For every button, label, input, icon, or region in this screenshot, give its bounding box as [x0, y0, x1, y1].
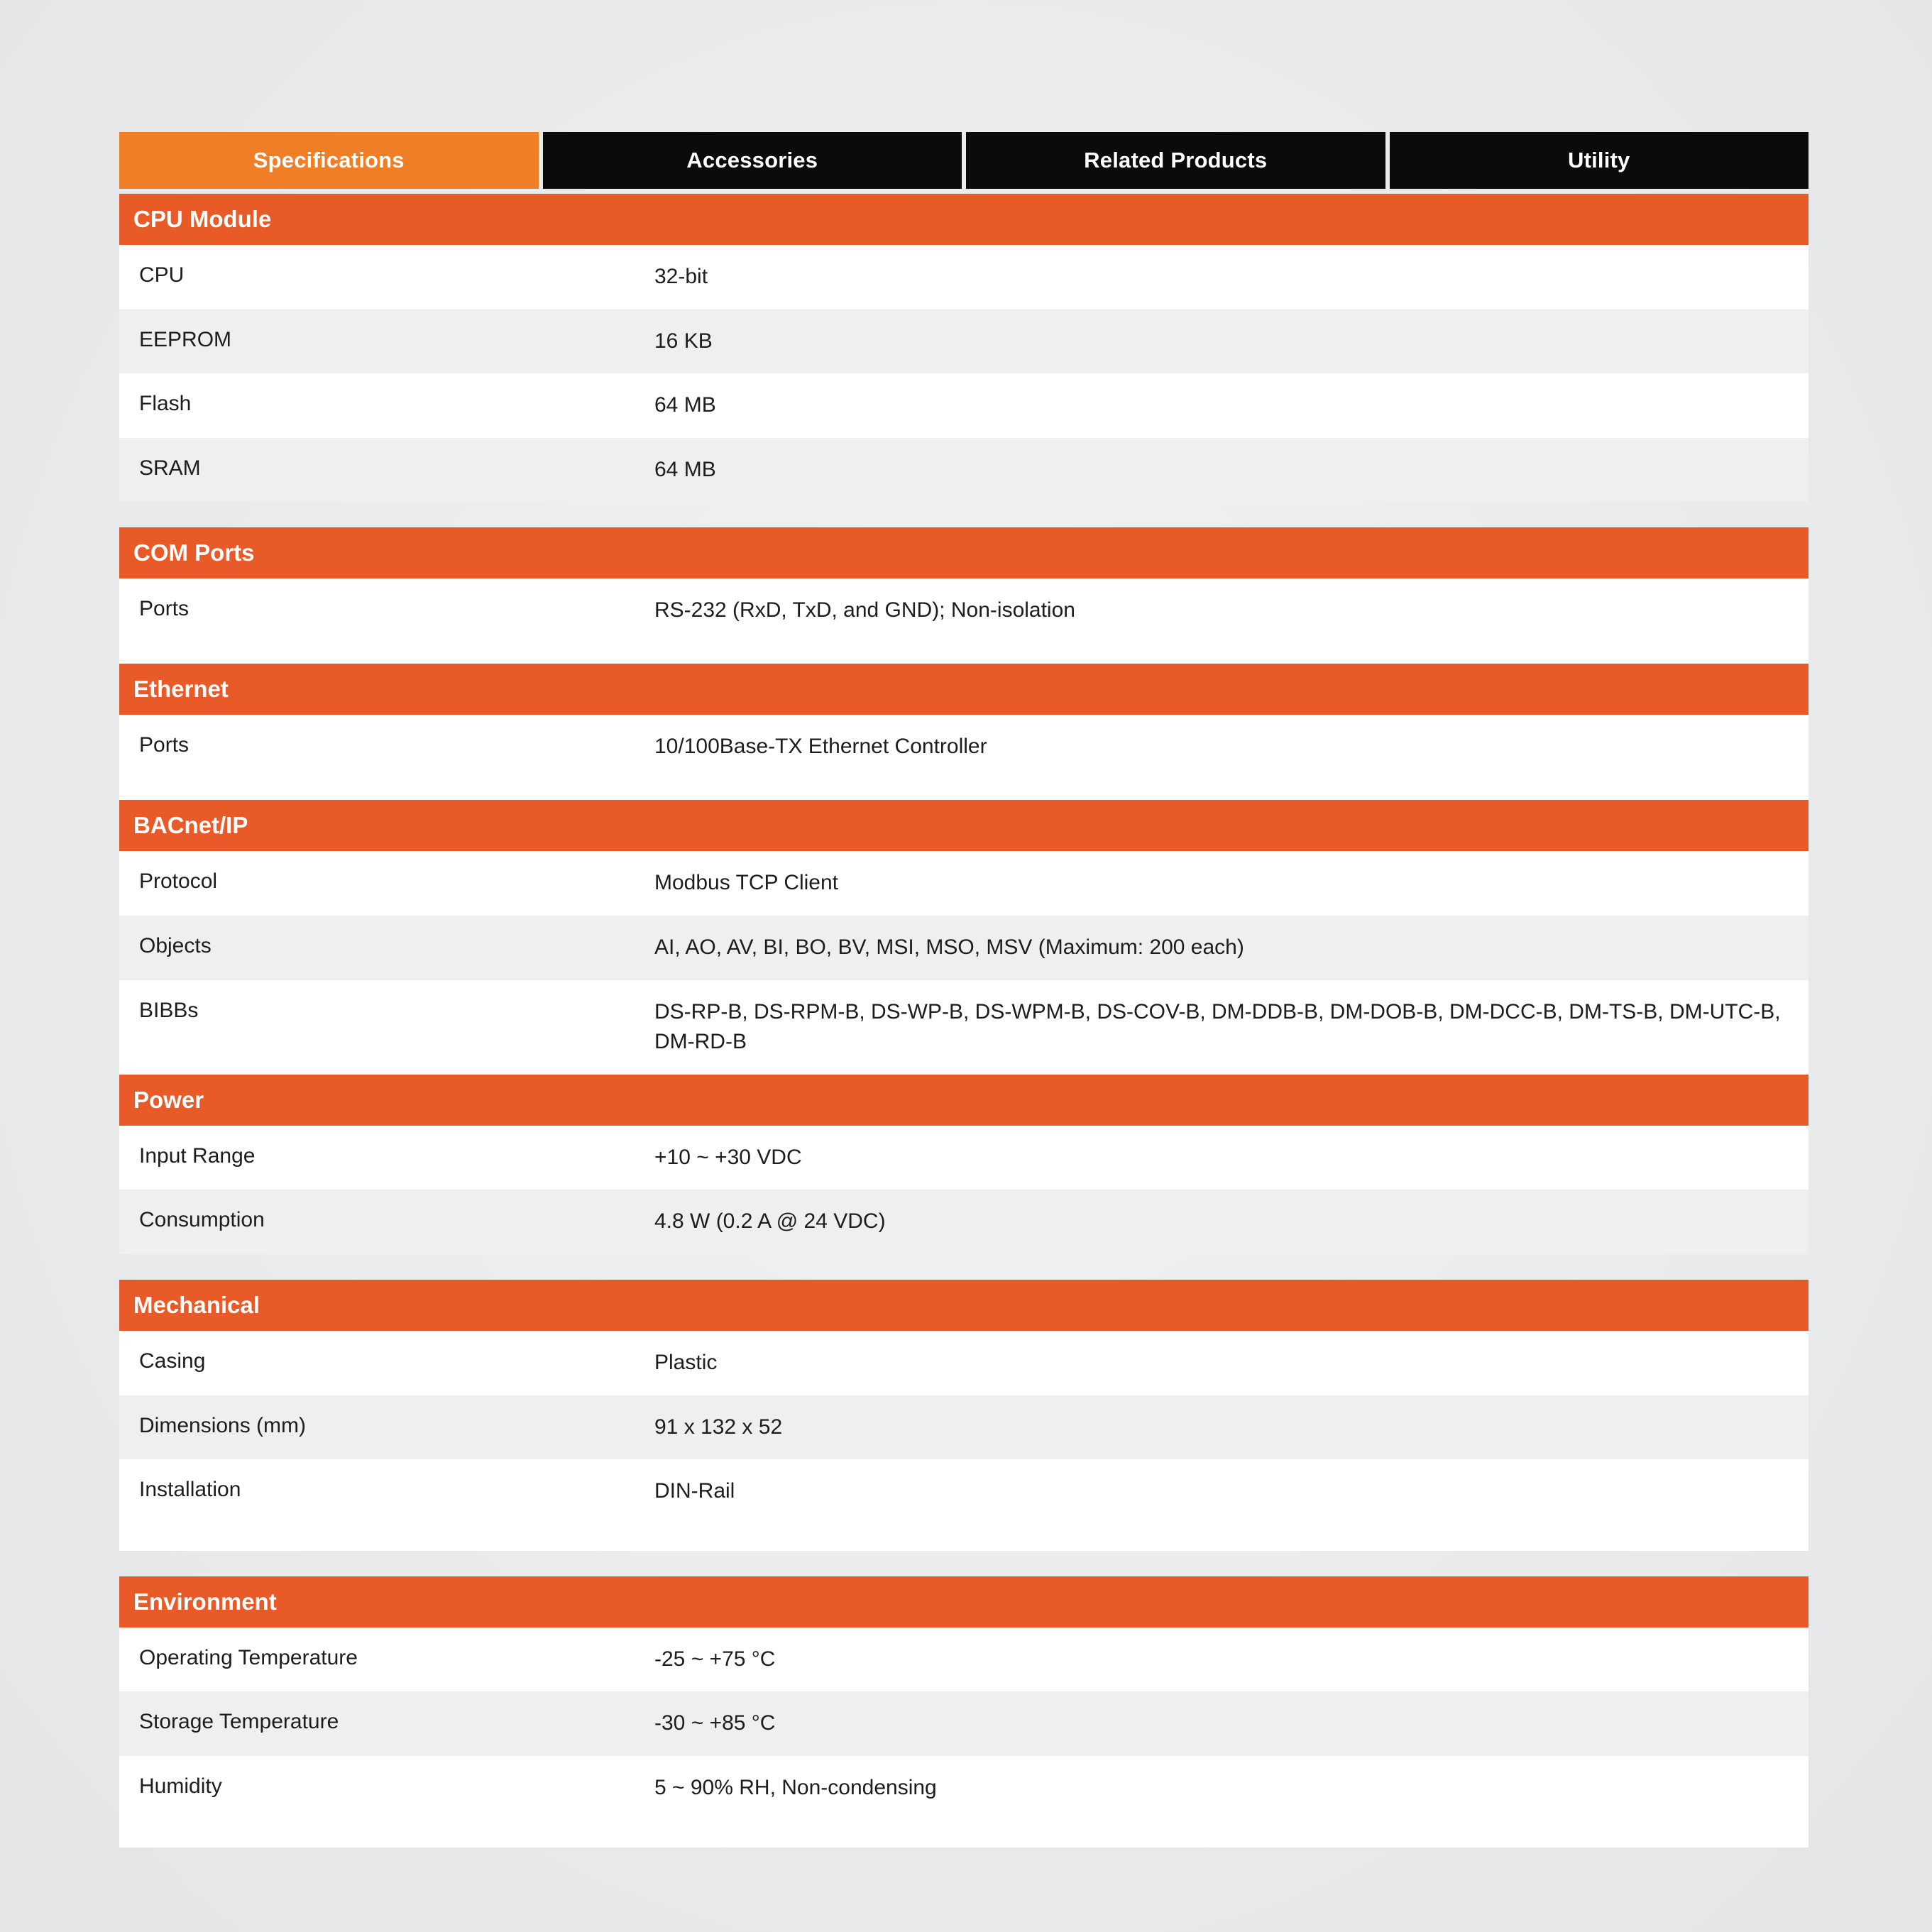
row-label: SRAM: [139, 456, 201, 480]
tab-utility-label: Utility: [1567, 148, 1630, 172]
row-label: Installation: [139, 1478, 241, 1502]
row-value: +10 ~ +30 VDC: [654, 1145, 802, 1169]
spec-section-power: Power Input Range +10 ~ +30 VDC Consumpt…: [119, 1074, 1808, 1254]
spec-section-mechanical: Mechanical Casing Plastic Dimensions (mm…: [119, 1279, 1808, 1551]
table-row: Consumption 4.8 W (0.2 A @ 24 VDC): [119, 1190, 1808, 1254]
row-label: Storage Temperature: [139, 1710, 339, 1734]
row-label: CPU: [139, 263, 185, 287]
table-row: Objects AI, AO, AV, BI, BO, BV, MSI, MSO…: [119, 915, 1808, 980]
spec-section-com-ports: COM Ports Ports RS-232 (RxD, TxD, and GN…: [119, 527, 1808, 653]
row-value: 64 MB: [654, 393, 716, 417]
section-title: Environment: [133, 1588, 277, 1615]
section-title: CPU Module: [133, 206, 272, 232]
row-value: Plastic: [654, 1350, 718, 1374]
section-title: COM Ports: [133, 539, 255, 566]
row-value: Modbus TCP Client: [654, 871, 839, 895]
section-rows: CPU 32-bit EEPROM 16 KB Flash 64 MB SRAM…: [119, 245, 1808, 503]
section-bottom-padding: [119, 1820, 1808, 1848]
section-rows: Ports 10/100Base-TX Ethernet Controller: [119, 715, 1808, 789]
tab-bar: Specifications Accessories Related Produ…: [119, 132, 1808, 189]
row-label: Flash: [139, 392, 192, 416]
row-value: 10/100Base-TX Ethernet Controller: [654, 735, 987, 759]
table-row: Ports 10/100Base-TX Ethernet Controller: [119, 715, 1808, 789]
section-header: Ethernet: [119, 664, 1808, 715]
section-rows: Casing Plastic Dimensions (mm) 91 x 132 …: [119, 1330, 1808, 1524]
row-label: Casing: [139, 1349, 206, 1373]
spec-section-ethernet: Ethernet Ports 10/100Base-TX Ethernet Co…: [119, 664, 1808, 789]
row-value: 5 ~ 90% RH, Non-condensing: [654, 1775, 937, 1799]
section-header: CPU Module: [119, 194, 1808, 245]
section-title: Power: [133, 1086, 204, 1113]
table-row: Storage Temperature -30 ~ +85 °C: [119, 1691, 1808, 1756]
section-title: Mechanical: [133, 1291, 260, 1318]
spec-section-environment: Environment Operating Temperature -25 ~ …: [119, 1576, 1808, 1848]
section-rows: Protocol Modbus TCP Client Objects AI, A…: [119, 851, 1808, 1075]
table-row: CPU 32-bit: [119, 245, 1808, 309]
tab-accessories-label: Accessories: [686, 148, 818, 172]
table-row: Flash 64 MB: [119, 373, 1808, 438]
row-value: 4.8 W (0.2 A @ 24 VDC): [654, 1209, 886, 1234]
row-value: 91 x 132 x 52: [654, 1415, 783, 1439]
section-header: COM Ports: [119, 527, 1808, 579]
row-label: Humidity: [139, 1774, 222, 1798]
tab-specifications[interactable]: Specifications: [119, 132, 539, 189]
row-value: AI, AO, AV, BI, BO, BV, MSI, MSO, MSV (M…: [654, 935, 1244, 959]
row-label: Dimensions (mm): [139, 1413, 307, 1437]
section-rows: Input Range +10 ~ +30 VDC Consumption 4.…: [119, 1125, 1808, 1254]
table-row: SRAM 64 MB: [119, 437, 1808, 503]
table-row: Casing Plastic: [119, 1330, 1808, 1395]
tab-utility[interactable]: Utility: [1389, 132, 1808, 189]
row-value: 64 MB: [654, 457, 716, 481]
section-bottom-padding: [119, 1523, 1808, 1551]
tab-accessories[interactable]: Accessories: [542, 132, 962, 189]
row-label: Objects: [139, 933, 212, 957]
table-row: Ports RS-232 (RxD, TxD, and GND); Non-is…: [119, 578, 1808, 653]
spec-section-cpu-module: CPU Module CPU 32-bit EEPROM 16 KB Flash…: [119, 194, 1808, 503]
section-header: Power: [119, 1074, 1808, 1126]
row-value: DS-RP-B, DS-RPM-B, DS-WP-B, DS-WPM-B, DS…: [654, 999, 1781, 1054]
table-row: BIBBs DS-RP-B, DS-RPM-B, DS-WP-B, DS-WPM…: [119, 979, 1808, 1075]
tab-related-products[interactable]: Related Products: [966, 132, 1385, 189]
tab-related-products-label: Related Products: [1084, 148, 1268, 172]
table-row: EEPROM 16 KB: [119, 309, 1808, 374]
section-title: BACnet/IP: [133, 812, 248, 839]
row-label: Consumption: [139, 1208, 265, 1232]
row-label: Ports: [139, 597, 190, 621]
row-value: RS-232 (RxD, TxD, and GND); Non-isolatio…: [654, 598, 1075, 622]
row-value: -25 ~ +75 °C: [654, 1647, 776, 1671]
table-row: Input Range +10 ~ +30 VDC: [119, 1125, 1808, 1190]
table-row: Operating Temperature -25 ~ +75 °C: [119, 1627, 1808, 1692]
tab-specifications-label: Specifications: [253, 148, 405, 172]
row-label: BIBBs: [139, 998, 199, 1022]
section-header: Mechanical: [119, 1279, 1808, 1331]
row-value: 16 KB: [654, 329, 713, 353]
section-spacer: [119, 652, 1808, 664]
table-row: Humidity 5 ~ 90% RH, Non-condensing: [119, 1755, 1808, 1821]
row-label: Operating Temperature: [139, 1645, 358, 1669]
row-value: 32-bit: [654, 265, 708, 288]
section-header: Environment: [119, 1576, 1808, 1628]
row-value: -30 ~ +85 °C: [654, 1711, 776, 1735]
table-row: Protocol Modbus TCP Client: [119, 851, 1808, 916]
product-spec-panel: Specifications Accessories Related Produ…: [119, 132, 1808, 1848]
row-label: Protocol: [139, 869, 218, 894]
spec-section-bacnet-ip: BACnet/IP Protocol Modbus TCP Client Obj…: [119, 800, 1808, 1075]
table-row: Dimensions (mm) 91 x 132 x 52: [119, 1395, 1808, 1460]
row-label: Ports: [139, 733, 190, 757]
section-spacer: [119, 789, 1808, 801]
row-label: Input Range: [139, 1143, 256, 1168]
table-row: Installation DIN-Rail: [119, 1459, 1808, 1524]
specifications-table: CPU Module CPU 32-bit EEPROM 16 KB Flash…: [119, 194, 1808, 1848]
section-rows: Operating Temperature -25 ~ +75 °C Stora…: [119, 1627, 1808, 1821]
section-rows: Ports RS-232 (RxD, TxD, and GND); Non-is…: [119, 578, 1808, 653]
section-header: BACnet/IP: [119, 800, 1808, 852]
row-label: EEPROM: [139, 327, 232, 351]
row-value: DIN-Rail: [654, 1479, 735, 1503]
section-title: Ethernet: [133, 676, 229, 703]
